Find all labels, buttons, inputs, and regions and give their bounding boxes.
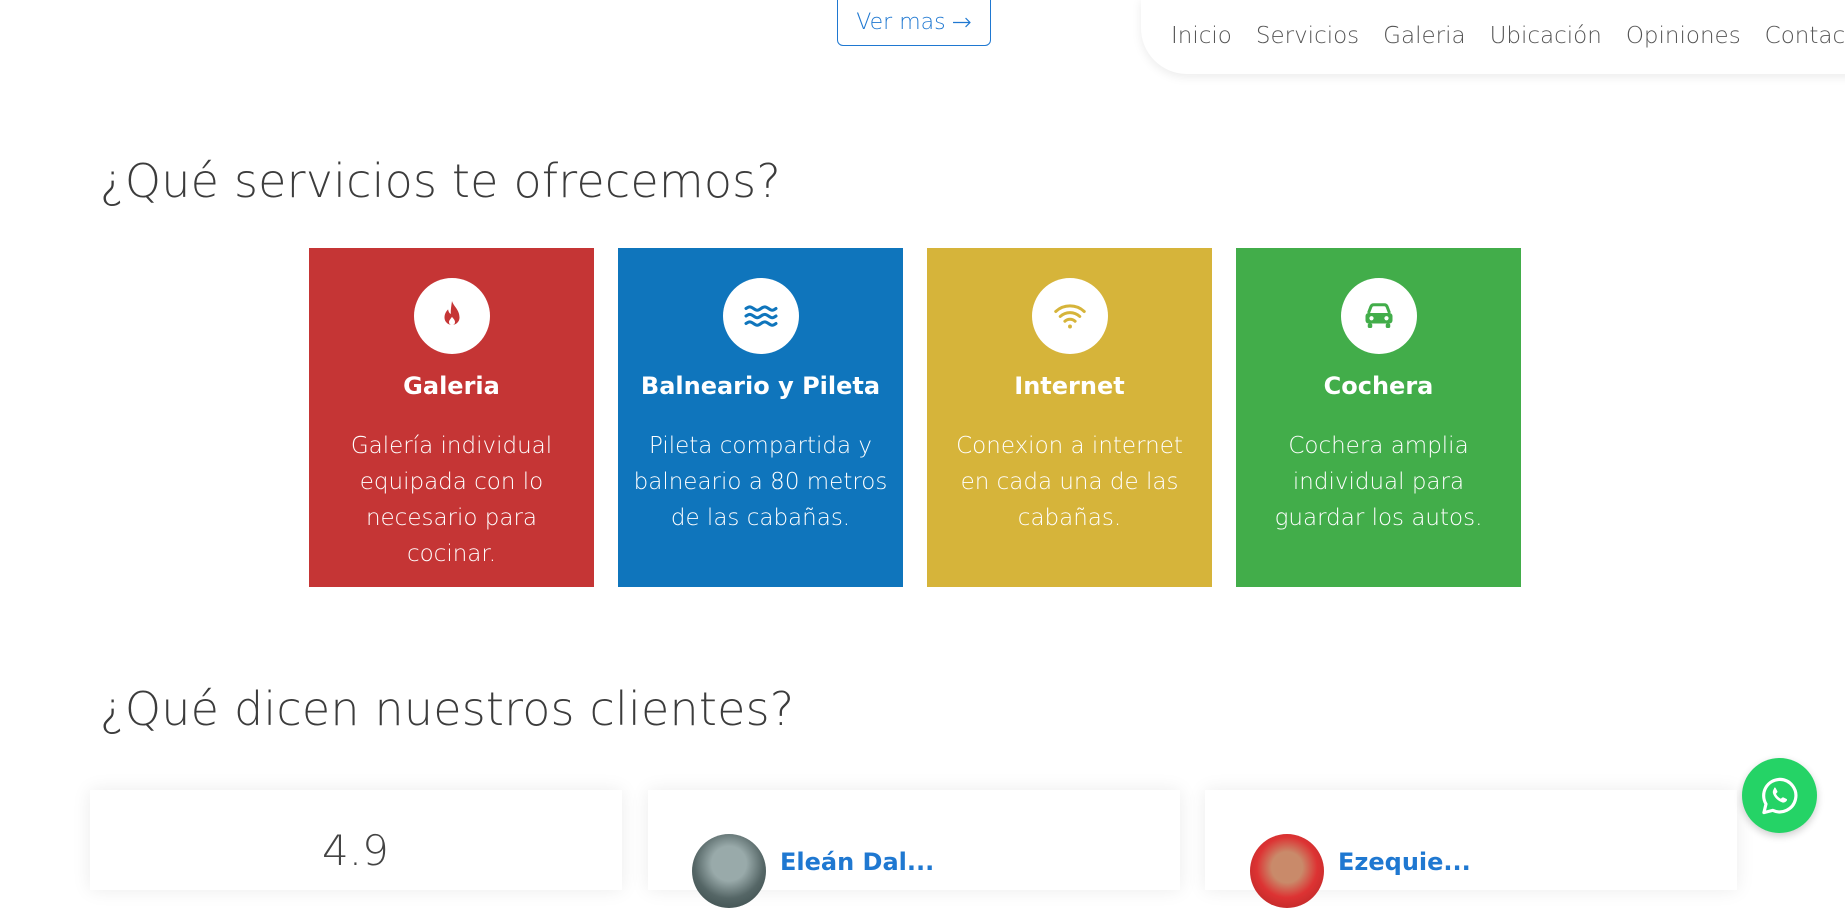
service-card-galeria: Galeria Galería individual equipada con … [309,248,594,587]
service-card-cochera: Cochera Cochera amplia individual para g… [1236,248,1521,587]
main-nav: Inicio Servicios Galeria Ubicación Opini… [1141,0,1845,74]
service-title: Internet [1014,372,1125,400]
water-icon [744,305,777,327]
ver-mas-button[interactable]: Ver mas → [837,0,991,46]
fire-icon [444,301,459,326]
service-description: Conexion a internet en cada una de las c… [956,433,1183,531]
rating-score: 4.9 [322,826,389,875]
service-description: Cochera amplia individual para guardar l… [1274,433,1483,531]
nav-item-opiniones[interactable]: Opiniones [1626,23,1741,49]
whatsapp-button[interactable] [1742,758,1817,833]
service-icon-circle [722,278,799,354]
service-title: Galeria [403,372,500,400]
service-description: Pileta compartida y balneario a 80 metro… [633,433,888,531]
nav-item-galeria[interactable]: Galeria [1383,23,1465,49]
service-title: Balneario y Pileta [640,372,881,400]
service-description: Galería individual equipada con lo neces… [350,433,553,567]
wifi-icon [1053,304,1086,329]
service-icon-circle [1340,278,1417,354]
service-card-internet: Internet Conexion a internet en cada una… [927,248,1212,587]
ver-mas-label: Ver mas [856,9,946,35]
service-icon-circle [413,278,490,354]
reviewer-name[interactable]: Ezequie... [1338,848,1471,876]
arrow-right-icon: → [951,8,972,36]
reviewer-name[interactable]: Eleán Dal... [780,848,934,876]
nav-item-servicios[interactable]: Servicios [1256,23,1359,49]
service-title: Cochera [1323,372,1434,400]
whatsapp-icon [1761,777,1797,814]
avatar [692,834,766,908]
service-card-balneario: Balneario y Pileta Pileta compartida y b… [618,248,903,587]
services-title: ¿Qué servicios te ofrecemos? [100,154,781,208]
nav-item-inicio[interactable]: Inicio [1171,23,1232,49]
nav-item-ubicacion[interactable]: Ubicación [1490,23,1602,49]
avatar [1250,834,1324,908]
service-icon-circle [1031,278,1108,354]
services-cards: Galeria Galería individual equipada con … [309,248,1521,587]
car-icon [1365,303,1392,328]
testimonials-title: ¿Qué dicen nuestros clientes? [100,682,795,736]
nav-item-contacto[interactable]: Contacto [1765,23,1845,49]
